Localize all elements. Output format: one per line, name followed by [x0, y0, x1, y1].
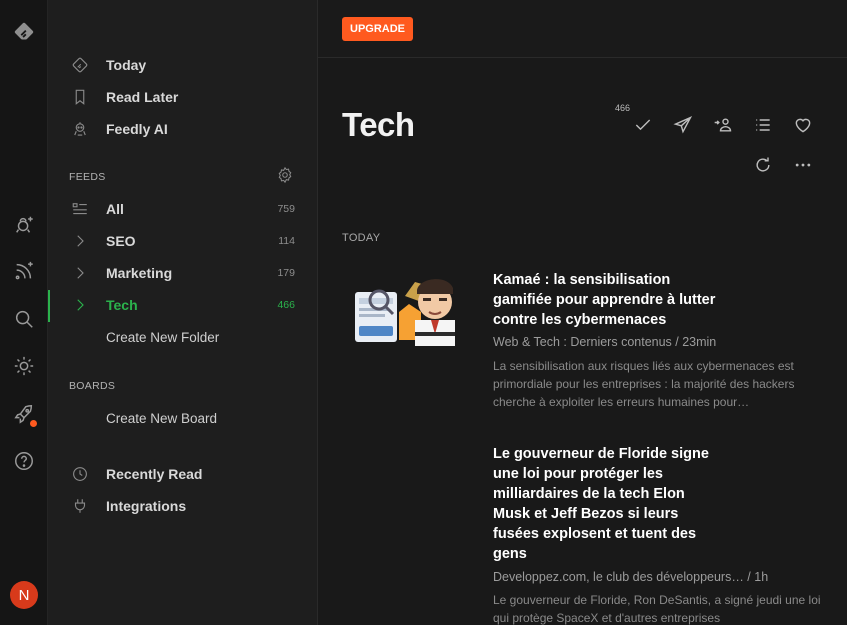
gear-icon[interactable] — [276, 166, 296, 186]
rocket-icon[interactable] — [12, 402, 37, 427]
sidebar-item-label: Today — [106, 57, 147, 73]
check-icon — [635, 119, 651, 131]
layout-button[interactable] — [751, 113, 775, 137]
article-excerpt: Le gouverneur de Floride, Ron DeSantis, … — [493, 593, 821, 625]
team-icon — [714, 118, 732, 132]
theme-icon[interactable] — [12, 354, 36, 378]
sidebar-item-marketing[interactable]: Marketing 179 — [48, 259, 318, 287]
sidebar-item-today[interactable]: Today — [48, 51, 318, 79]
page-title: Tech — [342, 106, 415, 143]
team-button[interactable] — [711, 113, 735, 137]
bookmark-icon — [70, 87, 90, 107]
upgrade-button[interactable]: UPGRADE — [342, 17, 414, 41]
plug-icon — [70, 496, 90, 516]
icon-rail: N — [0, 0, 48, 625]
sidebar-item-integrations[interactable]: Integrations — [48, 492, 318, 520]
refresh-icon — [756, 157, 770, 172]
sidebar-item-label: Recently Read — [106, 466, 203, 482]
feeds-section-title: FEEDS — [69, 171, 106, 183]
refresh-button[interactable] — [751, 153, 775, 177]
feedly-logo-icon[interactable] — [12, 20, 36, 44]
more-icon — [795, 163, 811, 167]
heart-icon — [795, 118, 811, 133]
create-board-label: Create New Board — [106, 410, 218, 426]
article-excerpt: La sensibilisation aux risques liés aux … — [493, 359, 795, 409]
create-folder-label: Create New Folder — [106, 329, 220, 345]
sidebar-item-seo[interactable]: SEO 114 — [48, 227, 318, 255]
top-bar: UPGRADE — [318, 0, 847, 58]
sidebar: Today Read Later Feedly AI FEEDS All 759 — [48, 0, 318, 625]
feedly-app: N Today Read Later Feedly AI FEEDS All 7… — [0, 0, 847, 625]
sidebar-item-label: All — [106, 201, 124, 217]
sidebar-item-feedly-ai[interactable]: Feedly AI — [48, 115, 318, 143]
more-options-button[interactable] — [791, 153, 815, 177]
send-icon — [673, 116, 693, 134]
sidebar-item-label: Integrations — [106, 498, 187, 514]
add-feed-icon[interactable] — [12, 259, 36, 283]
notification-dot — [30, 420, 37, 427]
help-icon[interactable] — [12, 449, 36, 473]
article-meta: Developpez.com, le club des développeurs… — [493, 570, 769, 584]
main-content: UPGRADE Tech 466 TODAY Kamaé: la sensib… — [318, 0, 847, 625]
sidebar-item-label: SEO — [106, 233, 136, 249]
avatar[interactable]: N — [10, 581, 38, 609]
unread-badge: 466 — [615, 103, 631, 113]
sidebar-item-all[interactable]: All 759 — [48, 195, 318, 223]
article-thumbnail[interactable] — [353, 268, 461, 348]
create-folder-link[interactable]: Create New Folder — [48, 323, 318, 351]
today-icon — [70, 55, 90, 75]
article-title[interactable]: Le gouverneur de Floride signe une loi p… — [493, 444, 721, 564]
follow-button[interactable] — [791, 113, 815, 137]
ai-robot-icon — [70, 119, 90, 139]
article-item[interactable]: Le gouverneur de Floride signe une loi p… — [318, 444, 847, 625]
unread-count: 759 — [277, 203, 295, 215]
chevron-right-icon[interactable] — [70, 231, 90, 251]
list-view-icon — [756, 119, 770, 131]
share-button[interactable] — [671, 113, 695, 137]
sidebar-item-read-later[interactable]: Read Later — [48, 83, 318, 111]
unread-count: 466 — [277, 299, 295, 311]
add-source-icon[interactable] — [12, 213, 36, 237]
create-board-link[interactable]: Create New Board — [48, 404, 318, 432]
sidebar-item-label: Feedly AI — [106, 121, 168, 137]
article-item[interactable]: Kamaé : la sensibilisation gamifiée pour… — [318, 268, 847, 418]
sidebar-item-label: Read Later — [106, 89, 179, 105]
day-heading: TODAY — [342, 232, 381, 244]
unread-count: 114 — [278, 235, 295, 247]
article-meta: Web & Tech : Derniers contenus / 23min — [493, 335, 717, 349]
mark-as-read-button[interactable]: 466 — [615, 103, 655, 137]
boards-section-title: BOARDS — [69, 380, 116, 392]
chevron-right-icon[interactable] — [70, 295, 90, 315]
unread-count: 179 — [277, 267, 295, 279]
clock-icon — [70, 464, 90, 484]
chevron-right-icon[interactable] — [70, 263, 90, 283]
sidebar-item-tech[interactable]: Tech 466 — [48, 291, 318, 319]
sidebar-item-label: Marketing — [106, 265, 173, 281]
article-title[interactable]: Kamaé : la sensibilisation gamifiée pour… — [493, 270, 733, 330]
sidebar-item-label: Tech — [106, 297, 138, 313]
list-icon — [70, 199, 90, 219]
sidebar-item-recently-read[interactable]: Recently Read — [48, 460, 318, 488]
search-icon[interactable] — [12, 307, 36, 331]
